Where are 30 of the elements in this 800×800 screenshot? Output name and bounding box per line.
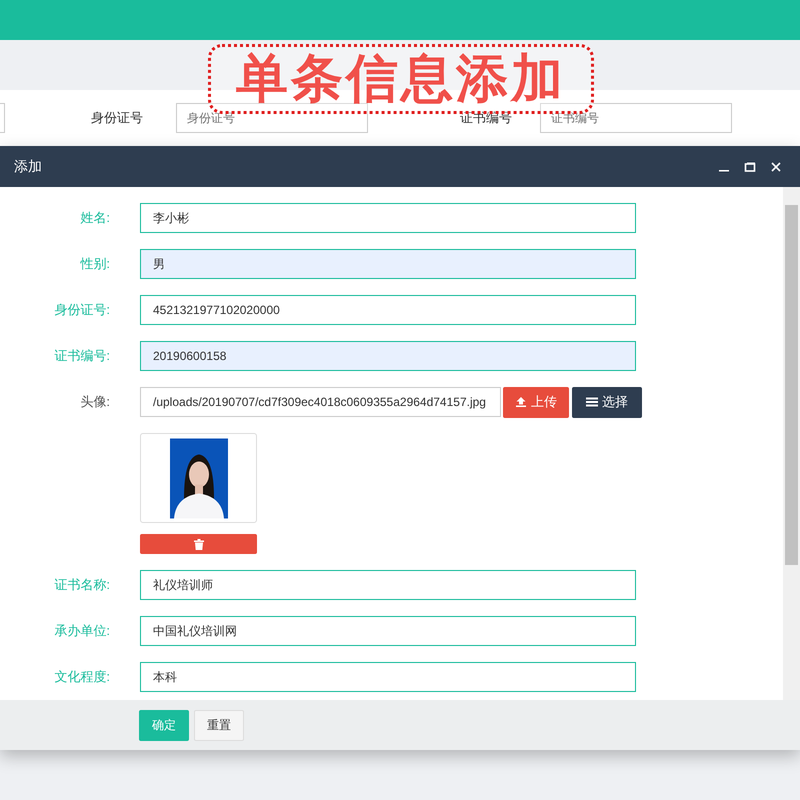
input-field[interactable]: 礼仪培训师 (140, 570, 636, 600)
field-label: 性别: (79, 255, 110, 273)
field-label: 承办单位: (53, 622, 110, 640)
field-label: 姓名: (79, 209, 110, 227)
upload-button[interactable]: 上传 (503, 386, 569, 418)
input-field[interactable]: 4521321977102020000 (140, 295, 636, 325)
input-field[interactable]: 20190600158 (140, 341, 636, 371)
close-icon[interactable] (770, 160, 782, 172)
input-field[interactable]: /uploads/20190707/cd7f309ec4018c0609355a2964d74157.jpg (140, 387, 501, 417)
input-field[interactable]: 本科 (140, 662, 636, 692)
search-label: 身份证号 (91, 109, 144, 127)
input-field[interactable]: 李小彬 (140, 203, 636, 233)
list-icon (586, 396, 598, 408)
field-label: 文化程度: (53, 668, 110, 686)
trash-icon (194, 538, 204, 550)
delete-button[interactable] (140, 534, 257, 554)
scrollbar[interactable] (783, 187, 800, 700)
input-field[interactable]: 中国礼仪培训网 (140, 616, 636, 646)
choose-button[interactable]: 选择 (572, 386, 642, 418)
scroll-thumb[interactable] (785, 205, 798, 565)
reset-button[interactable]: 重置 (194, 710, 244, 740)
input-field[interactable] (0, 103, 5, 133)
field-label: 证书名称: (53, 576, 110, 594)
field-label: 头像: (79, 393, 110, 411)
field-label: 身份证号: (53, 301, 110, 319)
maximize-icon[interactable] (744, 160, 756, 172)
upload-icon (515, 396, 527, 408)
field-label: 证书编号: (53, 347, 110, 365)
dialog-title: 添加 (14, 158, 42, 176)
input-field[interactable]: 男 (140, 249, 636, 279)
